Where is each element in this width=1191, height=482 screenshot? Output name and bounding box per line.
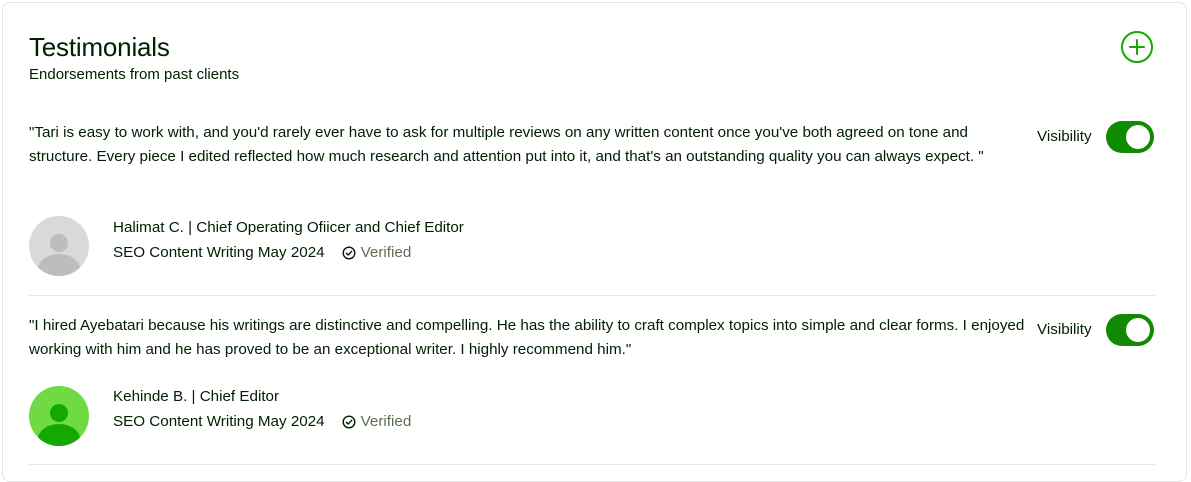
visibility-toggle[interactable] (1106, 121, 1154, 153)
check-circle-icon (342, 415, 356, 429)
avatar (29, 386, 89, 446)
toggle-knob (1126, 125, 1150, 149)
testimonial-meta: SEO Content Writing May 2024 Verified (113, 242, 411, 264)
avatar (29, 216, 89, 276)
toggle-knob (1126, 318, 1150, 342)
visibility-label: Visibility (1037, 321, 1092, 338)
testimonial-quote: "I hired Ayebatari because his writings … (29, 317, 1025, 358)
verified-label: Verified (360, 244, 412, 261)
verified-label: Verified (360, 413, 412, 430)
check-circle-icon (342, 246, 356, 260)
add-testimonial-button[interactable] (1121, 31, 1153, 63)
user-placeholder-icon (29, 216, 89, 276)
divider (29, 295, 1155, 296)
project-name: SEO Content Writing May 2024 (113, 244, 325, 261)
visibility-label: Visibility (1037, 128, 1092, 145)
verified-badge: Verified (342, 411, 412, 433)
testimonial-meta: SEO Content Writing May 2024 Verified (113, 411, 411, 433)
section-title: Testimonials (29, 32, 170, 62)
project-name: SEO Content Writing May 2024 (113, 413, 325, 430)
testimonial-author: Halimat C. | Chief Operating Ofiicer and… (113, 219, 464, 236)
verified-badge: Verified (342, 242, 412, 264)
testimonial-author: Kehinde B. | Chief Editor (113, 388, 280, 405)
divider (29, 464, 1155, 465)
visibility-toggle[interactable] (1106, 314, 1154, 346)
user-placeholder-icon (29, 386, 89, 446)
section-subtitle: Endorsements from past clients (29, 66, 240, 83)
testimonial-quote: "Tari is easy to work with, and you'd ra… (29, 124, 984, 165)
plus-circle-icon (1129, 39, 1145, 55)
